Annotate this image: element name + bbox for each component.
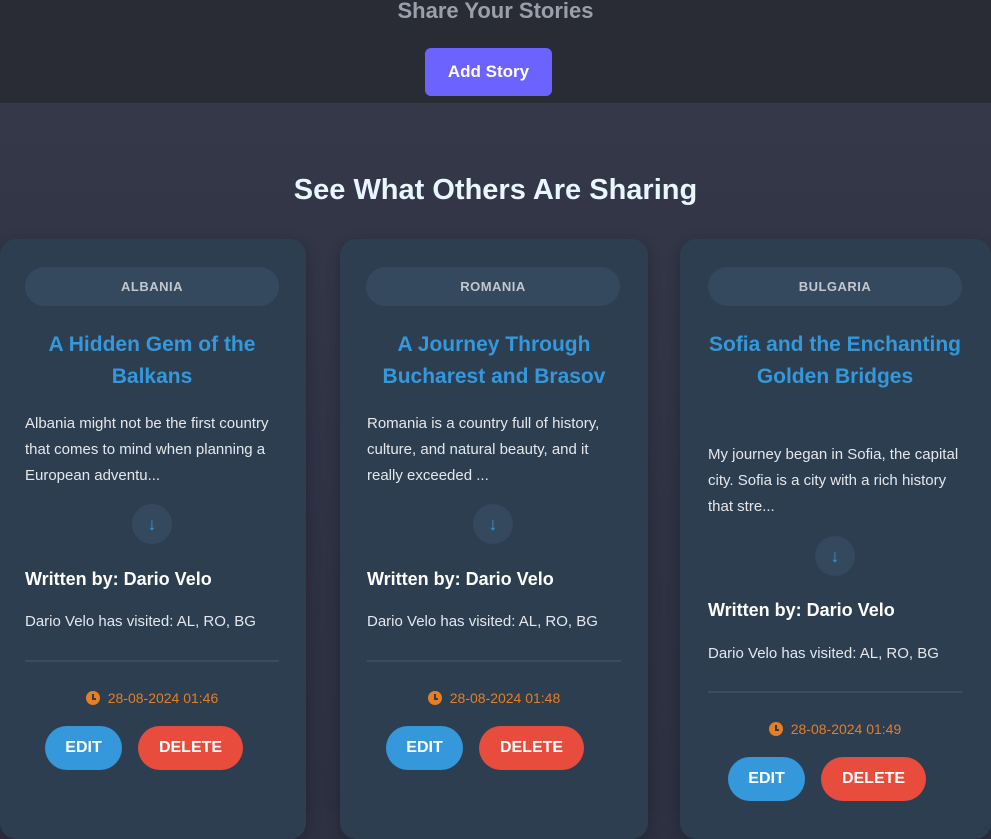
story-card: ALBANIA A Hidden Gem of the Balkans Alba… bbox=[0, 239, 306, 839]
visited-countries: Dario Velo has visited: AL, RO, BG bbox=[367, 613, 598, 630]
expand-arrow-icon[interactable]: ↓ bbox=[815, 536, 855, 576]
edit-button[interactable]: EDIT bbox=[45, 726, 122, 770]
delete-button[interactable]: DELETE bbox=[138, 726, 243, 770]
story-excerpt: Romania is a country full of history, cu… bbox=[367, 415, 600, 484]
story-title: A Hidden Gem of the Balkans bbox=[48, 333, 256, 388]
story-card: BULGARIA Sofia and the Enchanting Golden… bbox=[680, 239, 991, 839]
delete-button[interactable]: DELETE bbox=[479, 726, 584, 770]
gallery-title: See What Others Are Sharing bbox=[293, 174, 698, 206]
delete-button[interactable]: DELETE bbox=[821, 757, 926, 801]
story-excerpt: My journey began in Sofia, the capital c… bbox=[708, 446, 959, 515]
story-excerpt: Albania might not be the first country t… bbox=[25, 415, 269, 484]
timestamp-text: 28-08-2024 01:49 bbox=[790, 721, 902, 737]
edit-button[interactable]: EDIT bbox=[728, 757, 805, 801]
card-divider bbox=[708, 691, 962, 693]
timestamp-text: 28-08-2024 01:48 bbox=[449, 690, 561, 706]
visited-countries: Dario Velo has visited: AL, RO, BG bbox=[708, 645, 939, 662]
card-divider bbox=[25, 660, 279, 662]
country-badge: BULGARIA bbox=[708, 267, 962, 306]
clock-icon bbox=[85, 691, 100, 705]
timestamp: 28-08-2024 01:49 bbox=[708, 719, 962, 739]
story-card: ROMANIA A Journey Through Bucharest and … bbox=[340, 239, 648, 839]
author-name: Written by: Dario Velo bbox=[367, 569, 554, 589]
story-title: Sofia and the Enchanting Golden Bridges bbox=[708, 333, 961, 388]
visited-countries: Dario Velo has visited: AL, RO, BG bbox=[25, 613, 256, 630]
author-name: Written by: Dario Velo bbox=[25, 569, 212, 589]
expand-arrow-icon[interactable]: ↓ bbox=[473, 504, 513, 544]
clock-icon bbox=[768, 722, 783, 736]
add-story-button[interactable]: Add Story bbox=[425, 48, 552, 96]
section-title: Share Your Stories bbox=[397, 0, 594, 23]
clock-icon bbox=[427, 691, 442, 705]
card-divider bbox=[367, 660, 621, 662]
timestamp: 28-08-2024 01:48 bbox=[367, 688, 621, 708]
country-badge: ROMANIA bbox=[366, 267, 620, 306]
author-name: Written by: Dario Velo bbox=[708, 600, 895, 620]
country-badge: ALBANIA bbox=[25, 267, 279, 306]
edit-button[interactable]: EDIT bbox=[386, 726, 463, 770]
story-title: A Journey Through Bucharest and Brasov bbox=[382, 333, 606, 388]
timestamp: 28-08-2024 01:46 bbox=[25, 688, 279, 708]
timestamp-text: 28-08-2024 01:46 bbox=[107, 690, 219, 706]
expand-arrow-icon[interactable]: ↓ bbox=[132, 504, 172, 544]
